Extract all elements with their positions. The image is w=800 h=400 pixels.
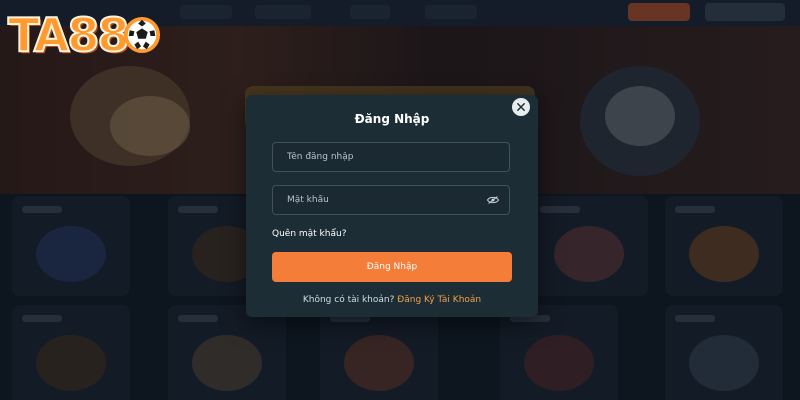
forgot-password-link[interactable]: Quên mật khẩu? xyxy=(272,229,346,239)
no-account-text: Không có tài khoản? xyxy=(302,295,395,305)
brand-logo[interactable]: TA88 xyxy=(7,8,161,62)
password-field[interactable] xyxy=(272,185,510,215)
modal-title: Đăng Nhập xyxy=(354,112,430,126)
register-link[interactable]: Đăng Ký Tài Khoản xyxy=(397,295,481,305)
soccer-ball-icon xyxy=(124,16,161,54)
login-submit-button[interactable]: Đăng Nhập xyxy=(272,252,512,282)
logo-text: TA88 xyxy=(7,8,130,62)
close-icon xyxy=(517,103,525,111)
username-input[interactable] xyxy=(273,143,509,171)
eye-icon xyxy=(487,196,499,204)
register-prompt: Không có tài khoản? Đăng Ký Tài Khoản xyxy=(246,295,538,305)
username-field[interactable] xyxy=(272,142,510,172)
toggle-password-button[interactable] xyxy=(487,195,499,205)
password-input[interactable] xyxy=(273,186,509,214)
